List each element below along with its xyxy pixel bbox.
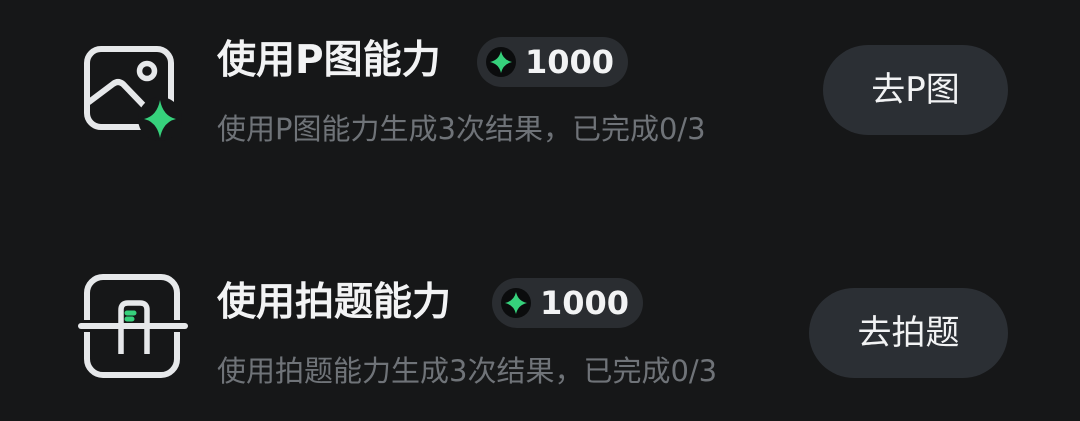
- task-item-p-image: 使用P图能力 1000 使用P图能力生成3次结果，已完成0/3 去P图: [0, 0, 1080, 150]
- reward-badge: 1000: [492, 278, 644, 328]
- task-item-scan-question: 使用拍题能力 1000 使用拍题能力生成3次结果，已完成0/3 去拍题: [0, 245, 1080, 395]
- image-edit-icon: [78, 32, 188, 142]
- reward-amount: 1000: [540, 284, 630, 322]
- task-title: 使用P图能力: [217, 38, 441, 83]
- sparkle-coin-icon: [486, 47, 516, 77]
- task-list: 使用P图能力 1000 使用P图能力生成3次结果，已完成0/3 去P图 使用拍题…: [0, 0, 1080, 421]
- reward-badge: 1000: [477, 37, 629, 87]
- task-description: 使用P图能力生成3次结果，已完成0/3: [217, 112, 706, 146]
- scan-question-icon: [78, 270, 188, 380]
- task-title: 使用拍题能力: [217, 280, 452, 325]
- reward-amount: 1000: [525, 43, 615, 81]
- sparkle-coin-icon: [501, 288, 531, 318]
- task-description: 使用拍题能力生成3次结果，已完成0/3: [217, 354, 718, 388]
- go-p-image-button[interactable]: 去P图: [823, 45, 1008, 135]
- go-scan-question-button[interactable]: 去拍题: [809, 288, 1008, 378]
